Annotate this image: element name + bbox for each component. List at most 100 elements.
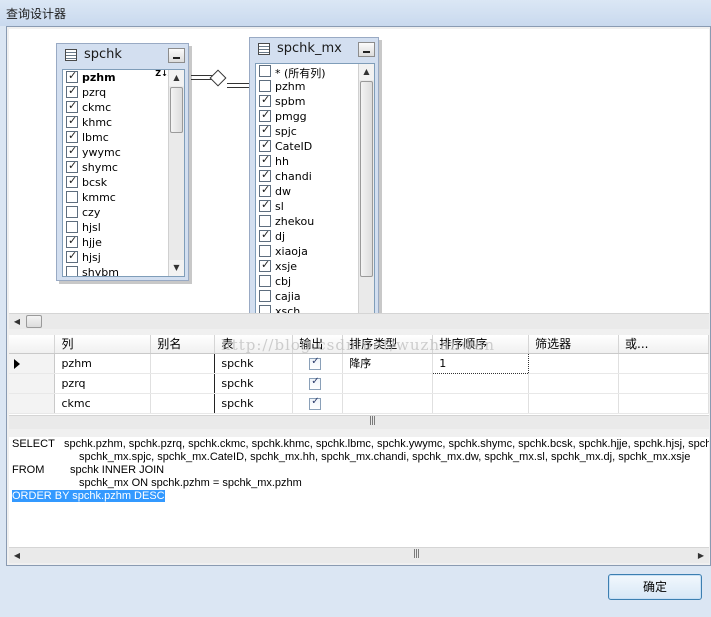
column-list-item[interactable]: zhekou	[256, 214, 374, 229]
column-list-item[interactable]: cbj	[256, 274, 374, 289]
column-list-item[interactable]: hjsj	[63, 249, 184, 265]
column-list-item[interactable]: pzrq	[63, 84, 184, 100]
column-list-item[interactable]: hh	[256, 153, 374, 169]
column-list-item[interactable]: * (所有列)	[256, 64, 374, 80]
grid-header-column[interactable]: 列	[54, 335, 152, 354]
column-list-item[interactable]: pzhm	[256, 79, 374, 94]
column-list-item[interactable]: pmgg	[256, 108, 374, 124]
column-checkbox[interactable]	[259, 275, 271, 287]
column-checkbox[interactable]	[259, 183, 271, 197]
scroll-left-arrow-icon[interactable]: ◀	[9, 314, 25, 329]
table-row[interactable]: pzrq spchk	[9, 373, 709, 394]
grid-cell-sort-order[interactable]	[432, 373, 530, 394]
column-list-scrollbar[interactable]: ▲	[358, 64, 374, 314]
grid-header-filter[interactable]: 筛选器	[528, 335, 620, 354]
diagram-scrollbar[interactable]: ◀	[9, 313, 709, 329]
column-list-item[interactable]: hjsl	[63, 220, 184, 235]
grid-scrollbar[interactable]: |||	[9, 415, 709, 429]
scroll-thumb[interactable]	[170, 87, 183, 133]
column-list-item[interactable]: CateID	[256, 138, 374, 154]
column-checkbox[interactable]	[259, 228, 271, 242]
row-header[interactable]	[9, 353, 56, 374]
grid-cell-output[interactable]	[292, 393, 344, 414]
column-checkbox[interactable]	[259, 80, 271, 92]
column-list-item[interactable]: dj	[256, 228, 374, 244]
grid-cell-sort-type[interactable]	[342, 373, 434, 394]
grid-header-or[interactable]: 或...	[618, 335, 709, 354]
table-row[interactable]: ckmc spchk	[9, 393, 709, 414]
grid-cell-sort-type[interactable]: 降序	[342, 353, 434, 374]
scroll-up-arrow-icon[interactable]: ▲	[169, 70, 184, 86]
column-list-item[interactable]: lbmc	[63, 129, 184, 145]
column-checkbox[interactable]	[259, 290, 271, 302]
table-box-spchk[interactable]: spchk pzhmZ↓Apzrq ckmc khmc lbmc ywymc shymc b…	[56, 43, 189, 281]
table-box-spchk-mx[interactable]: spchk_mx * (所有列)pzhm spbm pmgg spjc CateID hh…	[249, 37, 379, 314]
column-checkbox[interactable]	[259, 198, 271, 212]
column-list-item[interactable]: dw	[256, 183, 374, 199]
column-list-item[interactable]: shymc	[63, 159, 184, 175]
column-list-item[interactable]: khmc	[63, 114, 184, 130]
column-checkbox[interactable]	[66, 191, 78, 203]
grid-cell-alias[interactable]	[150, 393, 216, 414]
grid-cell-column[interactable]: ckmc	[54, 393, 152, 414]
grid-cell-table[interactable]: spchk	[214, 393, 294, 414]
grid-cell-table[interactable]: spchk	[214, 353, 294, 374]
column-checkbox[interactable]	[66, 84, 78, 98]
column-checkbox[interactable]	[66, 174, 78, 188]
column-checkbox[interactable]	[66, 221, 78, 233]
column-checkbox[interactable]	[259, 138, 271, 152]
column-list[interactable]: * (所有列)pzhm spbm pmgg spjc CateID hh chandi dw s…	[255, 63, 375, 314]
column-checkbox[interactable]	[259, 108, 271, 122]
column-list-item[interactable]: shybm	[63, 265, 184, 276]
grid-cell-alias[interactable]	[150, 373, 216, 394]
column-checkbox[interactable]	[259, 215, 271, 227]
column-list-item[interactable]: sl	[256, 198, 374, 214]
grid-cell-filter[interactable]	[528, 393, 620, 414]
column-checkbox[interactable]	[66, 70, 78, 83]
join-line[interactable]	[227, 87, 251, 88]
join-line[interactable]	[227, 83, 251, 84]
row-header[interactable]	[9, 373, 56, 394]
scroll-thumb[interactable]	[360, 81, 373, 277]
scroll-left-arrow-icon[interactable]: ◀	[9, 548, 25, 563]
column-list-item[interactable]: czy	[63, 205, 184, 220]
column-checkbox[interactable]	[66, 249, 78, 263]
scroll-thumb[interactable]	[26, 315, 42, 328]
grid-cell-output[interactable]	[292, 353, 344, 374]
diagram-pane[interactable]: spchk pzhmZ↓Apzrq ckmc khmc lbmc ywymc shymc b…	[9, 29, 709, 315]
grid-cell-alias[interactable]	[150, 353, 216, 374]
grid-cell-output[interactable]	[292, 373, 344, 394]
output-checkbox[interactable]	[309, 376, 322, 390]
grid-header-alias[interactable]: 别名	[150, 335, 216, 354]
column-list-item[interactable]: xsje	[256, 258, 374, 274]
column-checkbox[interactable]	[66, 234, 78, 248]
grid-cell-sort-order[interactable]	[432, 393, 530, 414]
scroll-up-arrow-icon[interactable]: ▲	[359, 64, 374, 80]
join-diamond-icon[interactable]	[209, 69, 227, 87]
table-header[interactable]: spchk	[57, 44, 188, 66]
grid-cell-or[interactable]	[618, 373, 709, 394]
column-list-item[interactable]: spbm	[256, 93, 374, 109]
row-header[interactable]	[9, 393, 56, 414]
column-checkbox[interactable]	[259, 93, 271, 107]
column-checkbox[interactable]	[259, 65, 271, 77]
column-list-item[interactable]: cajia	[256, 289, 374, 304]
column-checkbox[interactable]	[259, 258, 271, 272]
column-list-item[interactable]: bcsk	[63, 174, 184, 190]
sql-scrollbar[interactable]: ◀ ||| ▶	[9, 547, 709, 563]
column-checkbox[interactable]	[259, 123, 271, 137]
column-list-item[interactable]: ywymc	[63, 144, 184, 160]
column-list[interactable]: pzhmZ↓Apzrq ckmc khmc lbmc ywymc shymc bcsk kmm…	[62, 69, 185, 277]
grid-cell-or[interactable]	[618, 393, 709, 414]
column-list-item[interactable]: chandi	[256, 168, 374, 184]
column-list-item[interactable]: kmmc	[63, 190, 184, 205]
column-list-item[interactable]: pzhmZ↓A	[63, 70, 184, 85]
column-list-item[interactable]: xiaoja	[256, 244, 374, 259]
column-list-item[interactable]: hjje	[63, 234, 184, 250]
grid-cell-column[interactable]: pzrq	[54, 373, 152, 394]
column-checkbox[interactable]	[66, 129, 78, 143]
table-row[interactable]: pzhm spchk 降序 1	[9, 352, 709, 374]
column-list-item[interactable]: spjc	[256, 123, 374, 139]
grid-cell-filter[interactable]	[528, 353, 620, 374]
column-checkbox[interactable]	[66, 206, 78, 218]
